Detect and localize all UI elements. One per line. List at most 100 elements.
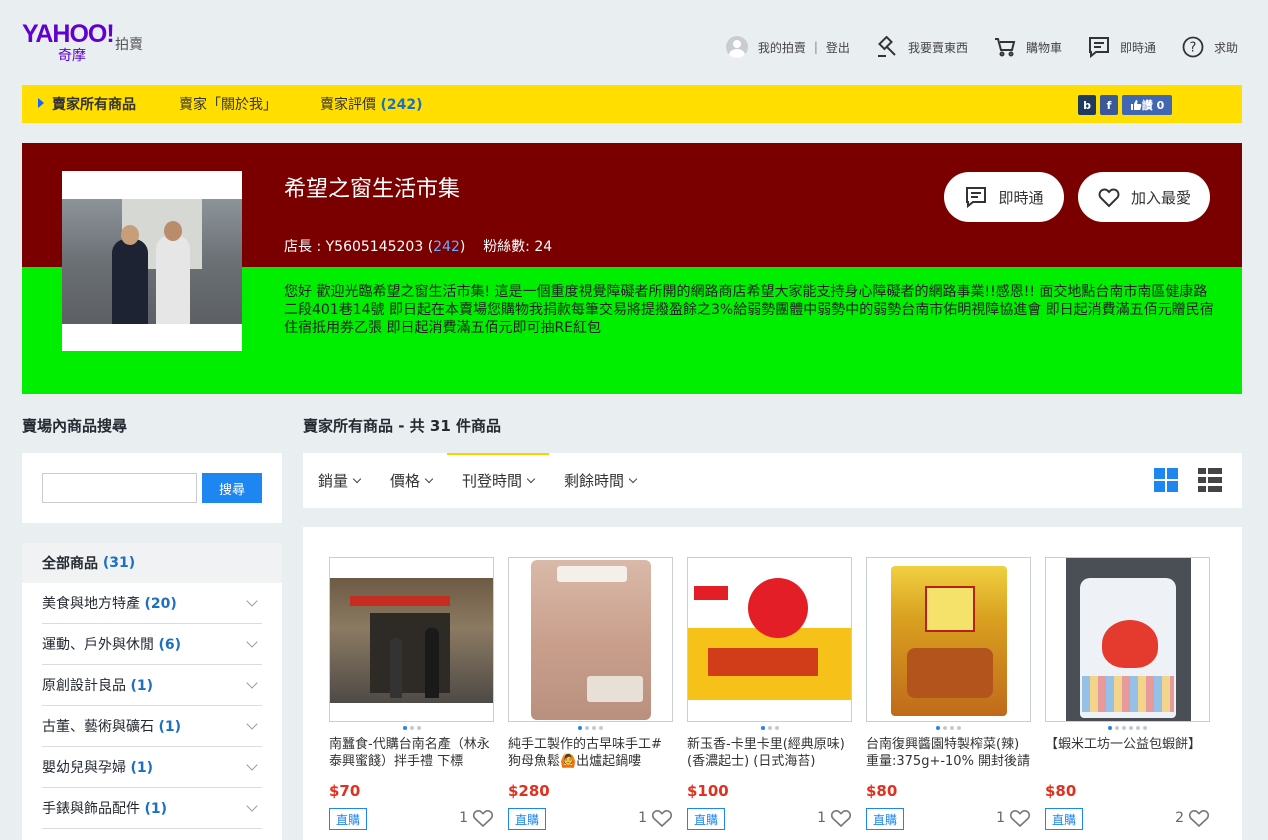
image-carousel-dots xyxy=(508,722,673,734)
store-search-button[interactable]: 搜尋 xyxy=(202,473,262,503)
product-price: $280 xyxy=(508,782,550,800)
chat-button[interactable]: 即時通 xyxy=(944,172,1064,222)
category-all-count: (31) xyxy=(102,555,136,571)
heart-icon xyxy=(830,810,852,828)
image-carousel-dots xyxy=(866,722,1031,734)
sort-label: 剩餘時間 xyxy=(564,472,625,490)
tab-ratings[interactable]: 賣家評價 (242) xyxy=(320,94,422,114)
heart-icon xyxy=(1098,188,1120,208)
category-item[interactable]: 古董、藝術與礦石 (1) xyxy=(42,706,262,747)
owner-rating-link[interactable]: 242 xyxy=(433,239,460,255)
my-auction-link[interactable]: 我的拍賣 | 登出 xyxy=(725,36,850,58)
store-search-input[interactable] xyxy=(42,473,197,503)
bookmark-share-icon[interactable]: b xyxy=(1078,95,1096,115)
category-all-label: 全部商品 xyxy=(42,556,98,572)
product-price: $80 xyxy=(866,782,898,800)
buy-now-badge: 直購 xyxy=(866,808,905,830)
heart-icon xyxy=(1009,810,1031,828)
product-name[interactable]: 純手工製作的古早味手工#狗母魚鬆🙆出爐起鍋嘍 xyxy=(508,736,673,772)
product-image[interactable] xyxy=(1045,557,1210,722)
thumbs-up-icon xyxy=(1130,100,1142,110)
sort-label: 銷量 xyxy=(318,472,349,490)
user-avatar-icon xyxy=(725,36,748,58)
category-count: (6) xyxy=(158,637,181,653)
product-image[interactable] xyxy=(687,557,852,722)
product-name[interactable]: 台南復興醬園特製榨菜(辣) 重量:375g+-10% 開封後請 xyxy=(866,736,1031,772)
product-card[interactable]: 南蠶食-代購台南名產（林永泰興蜜餞）拌手禮 下標 $70 直購 1 xyxy=(329,557,494,832)
product-list-title: 賣家所有商品 - 共 31 件商品 xyxy=(303,415,501,436)
category-all[interactable]: 全部商品 (31) xyxy=(22,543,282,583)
help-link[interactable]: ? 求助 xyxy=(1182,36,1238,58)
tab-ratings-count: (242) xyxy=(380,97,423,113)
product-price: $70 xyxy=(329,782,361,800)
sort-by-price[interactable]: 價格 xyxy=(375,453,447,508)
list-view-icon[interactable] xyxy=(1198,468,1222,492)
cart-link[interactable]: 購物車 xyxy=(994,36,1062,58)
seller-tab-bar: 賣家所有商品 賣家「關於我」 賣家評價 (242) b f 讚 0 xyxy=(22,85,1242,123)
favorite-count: 2 xyxy=(1175,810,1184,826)
chevron-down-icon xyxy=(246,595,258,607)
image-carousel-dots xyxy=(329,722,494,734)
sell-link[interactable]: 我要賣東西 xyxy=(876,36,968,58)
cart-icon xyxy=(994,38,1016,57)
favorite-toggle[interactable]: 2 xyxy=(1175,808,1210,828)
sort-label: 刊登時間 xyxy=(462,472,523,490)
total-count: 31 xyxy=(429,417,451,435)
facebook-share-icon[interactable]: f xyxy=(1100,95,1118,115)
sell-label: 我要賣東西 xyxy=(907,40,968,55)
product-name[interactable]: 新玉香-卡里卡里(經典原味) (香濃起士) (日式海苔) xyxy=(687,736,852,772)
category-item[interactable]: 運動、戶外與休閒 (6) xyxy=(42,624,262,665)
tab-ratings-label: 賣家評價 xyxy=(320,97,376,113)
category-list: 全部商品 (31) 美食與地方特產 (20) 運動、戶外與休閒 (6) 原創設計… xyxy=(22,543,282,840)
logout-link[interactable]: 登出 xyxy=(826,39,850,56)
chevron-down-icon xyxy=(246,677,258,689)
favorite-count: 1 xyxy=(459,810,468,826)
cart-label: 購物車 xyxy=(1025,40,1062,55)
product-image[interactable] xyxy=(508,557,673,722)
facebook-like-button[interactable]: 讚 0 xyxy=(1122,95,1172,115)
chevron-down-icon xyxy=(424,474,434,484)
product-price: $100 xyxy=(687,782,729,800)
favorite-toggle[interactable]: 1 xyxy=(996,808,1031,828)
grid-view-icon[interactable] xyxy=(1154,468,1178,492)
category-item[interactable]: 嬰幼兒與孕婦 (1) xyxy=(42,747,262,788)
favorite-toggle[interactable]: 1 xyxy=(817,808,852,828)
product-card[interactable]: 純手工製作的古早味手工#狗母魚鬆🙆出爐起鍋嘍 $280 直購 1 xyxy=(508,557,673,832)
product-card[interactable]: 台南復興醬園特製榨菜(辣) 重量:375g+-10% 開封後請 $80 直購 1 xyxy=(866,557,1031,832)
category-item[interactable]: 美食與地方特產 (20) xyxy=(42,583,262,624)
sort-by-listing-time[interactable]: 刊登時間 xyxy=(447,453,550,508)
tab-about-me[interactable]: 賣家「關於我」 xyxy=(179,94,277,114)
category-label: 美食與地方特產 xyxy=(42,596,140,612)
favorite-toggle[interactable]: 1 xyxy=(459,808,494,828)
title-suffix: 件商品 xyxy=(456,417,502,435)
chevron-down-icon xyxy=(246,636,258,648)
product-image[interactable] xyxy=(866,557,1031,722)
sort-by-sales[interactable]: 銷量 xyxy=(303,453,375,508)
category-item[interactable]: 原創設計良品 (1) xyxy=(42,665,262,706)
messenger-label: 即時通 xyxy=(1119,40,1156,55)
fans-count: 24 xyxy=(534,239,553,255)
sort-by-remaining-time[interactable]: 剩餘時間 xyxy=(549,453,651,508)
chevron-down-icon xyxy=(352,474,362,484)
category-label: 運動、戶外與休閒 xyxy=(42,637,154,653)
store-name: 希望之窗生活市集 xyxy=(284,177,461,202)
product-image[interactable] xyxy=(329,557,494,722)
tab-all-products[interactable]: 賣家所有商品 xyxy=(38,94,136,114)
help-icon: ? xyxy=(1182,36,1204,58)
product-card[interactable]: 【蝦米工坊一公益包蝦餅】 $80 直購 2 xyxy=(1045,557,1210,832)
buy-now-badge: 直購 xyxy=(1045,808,1084,830)
product-name[interactable]: 【蝦米工坊一公益包蝦餅】 xyxy=(1045,736,1210,772)
logo-sub-text: 奇摩 xyxy=(58,48,86,64)
owner-label: 店長 : xyxy=(284,239,322,255)
messenger-link[interactable]: 即時通 xyxy=(1088,36,1156,58)
add-favorite-button[interactable]: 加入最愛 xyxy=(1078,172,1210,222)
product-name[interactable]: 南蠶食-代購台南名產（林永泰興蜜餞）拌手禮 下標 xyxy=(329,736,494,772)
favorite-toggle[interactable]: 1 xyxy=(638,808,673,828)
product-price: $80 xyxy=(1045,782,1077,800)
category-item[interactable]: 手錶與飾品配件 (1) xyxy=(42,788,262,829)
heart-icon xyxy=(1188,810,1210,828)
store-owner-photo xyxy=(62,171,242,351)
product-card[interactable]: 新玉香-卡里卡里(經典原味) (香濃起士) (日式海苔) $100 直購 1 xyxy=(687,557,852,832)
buy-now-badge: 直購 xyxy=(508,808,547,830)
yahoo-auction-logo[interactable]: YAHOO! 奇摩 拍賣 xyxy=(22,20,152,64)
